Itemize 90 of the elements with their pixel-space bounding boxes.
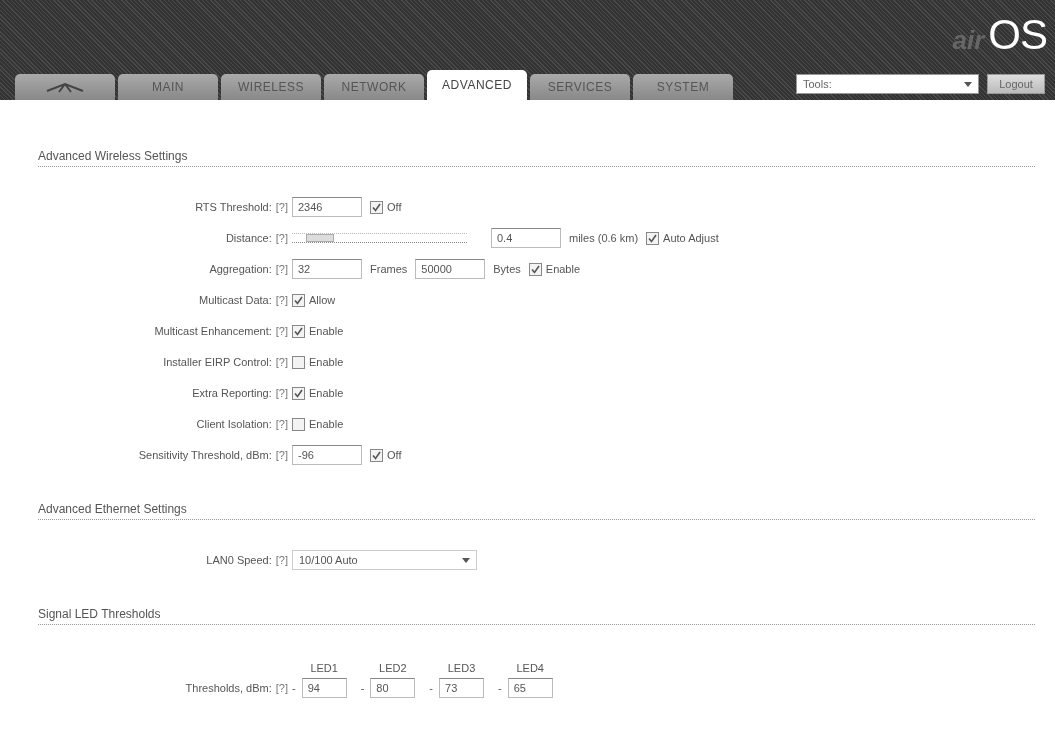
- check-icon: [648, 233, 658, 243]
- checkbox-label: Enable: [309, 325, 344, 337]
- input-field[interactable]: -96: [292, 445, 362, 465]
- check-icon: [530, 264, 540, 274]
- unit-label: Bytes: [493, 263, 521, 275]
- help-link[interactable]: [?]: [275, 387, 288, 399]
- checkbox-box[interactable]: [292, 417, 305, 431]
- input-field[interactable]: 73: [439, 678, 484, 698]
- tools-dropdown[interactable]: Tools:: [796, 74, 979, 94]
- input-field[interactable]: 65: [507, 678, 553, 698]
- input-field[interactable]: 2346: [292, 197, 362, 217]
- checkbox-box[interactable]: [292, 324, 305, 338]
- nav-tab[interactable]: [15, 74, 115, 100]
- checkbox-box[interactable]: [646, 231, 660, 245]
- input-field[interactable]: 94: [301, 678, 347, 698]
- checkbox-box[interactable]: [292, 386, 305, 400]
- check-icon: [294, 295, 303, 305]
- help-link[interactable]: [?]: [275, 418, 288, 430]
- field-label: Multicast Enhancement:: [154, 325, 272, 337]
- section-title: Advanced Ethernet Settings: [38, 502, 1035, 520]
- field-label: Multicast Data:: [199, 294, 272, 306]
- help-link[interactable]: [?]: [275, 294, 288, 306]
- checkbox[interactable]: Auto Adjust: [646, 231, 719, 245]
- help-link[interactable]: [?]: [275, 356, 288, 368]
- input-field[interactable]: 80: [370, 678, 416, 698]
- led-label: LED1: [309, 662, 339, 674]
- help-link[interactable]: [?]: [275, 682, 288, 694]
- checkbox-box[interactable]: [292, 355, 305, 369]
- unit-label: miles (0.6 km): [569, 232, 639, 244]
- help-link[interactable]: [?]: [275, 449, 288, 461]
- checkbox[interactable]: Enable: [292, 386, 344, 400]
- help-link[interactable]: [?]: [275, 554, 288, 566]
- nav-tab[interactable]: ADVANCED: [427, 70, 527, 100]
- check-icon: [372, 202, 381, 212]
- logo-text: OS: [988, 14, 1047, 56]
- section-title: Signal LED Thresholds: [38, 607, 1035, 625]
- field-label: Installer EIRP Control:: [163, 356, 272, 368]
- input-field[interactable]: 50000: [415, 259, 486, 279]
- checkbox[interactable]: Enable: [528, 262, 581, 276]
- led-label: LED2: [378, 662, 408, 674]
- caret-icon: [462, 557, 470, 563]
- checkbox[interactable]: Off: [370, 200, 402, 214]
- checkbox-label: Off: [387, 449, 402, 461]
- field-label: Sensitivity Threshold, dBm:: [138, 449, 272, 461]
- led-label: LED3: [446, 662, 477, 674]
- checkbox-label: Off: [387, 201, 402, 213]
- checkbox-label: Enable: [309, 418, 344, 430]
- minus-sign: -: [360, 682, 365, 694]
- input-field[interactable]: 0.4: [491, 228, 561, 248]
- field-label: Client Isolation:: [196, 418, 272, 430]
- help-link[interactable]: [?]: [275, 325, 288, 337]
- minus-sign: -: [292, 682, 296, 694]
- checkbox-label: Enable: [545, 263, 581, 275]
- checkbox-box[interactable]: [370, 448, 383, 462]
- check-icon: [294, 388, 303, 398]
- antenna-icon: [45, 81, 85, 93]
- minus-sign: -: [498, 682, 502, 694]
- caret-icon: [964, 81, 972, 87]
- checkbox-label: Enable: [309, 356, 344, 368]
- section-title: Advanced Wireless Settings: [38, 149, 1035, 167]
- check-icon: [372, 450, 381, 460]
- led-label: LED4: [515, 662, 545, 674]
- field-label: Extra Reporting:: [192, 387, 272, 399]
- help-link[interactable]: [?]: [275, 201, 288, 213]
- checkbox-label: Enable: [309, 387, 344, 399]
- checkbox[interactable]: Off: [370, 448, 402, 462]
- check-icon: [294, 326, 303, 336]
- checkbox-box[interactable]: [528, 262, 542, 276]
- unit-label: Frames: [370, 263, 408, 275]
- checkbox[interactable]: Enable: [292, 417, 344, 431]
- checkbox-label: Allow: [309, 294, 336, 306]
- checkbox[interactable]: Enable: [292, 355, 344, 369]
- speed-dropdown[interactable]: 10/100 Auto: [292, 550, 477, 570]
- distance-slider[interactable]: [292, 233, 467, 243]
- input-field[interactable]: 32: [292, 259, 362, 279]
- field-label: Thresholds, dBm:: [185, 682, 272, 694]
- minus-sign: -: [429, 682, 433, 694]
- field-label: Aggregation:: [209, 263, 272, 275]
- field-label: LAN0 Speed:: [206, 554, 272, 566]
- checkbox-label: Auto Adjust: [663, 232, 719, 244]
- checkbox[interactable]: Allow: [292, 293, 336, 307]
- checkbox-box[interactable]: [370, 200, 383, 214]
- field-label: RTS Threshold:: [195, 201, 272, 213]
- checkbox[interactable]: Enable: [292, 324, 344, 338]
- help-link[interactable]: [?]: [275, 232, 288, 244]
- slider-thumb[interactable]: [306, 234, 334, 242]
- logout-button[interactable]: Logout: [987, 74, 1045, 94]
- help-link[interactable]: [?]: [275, 263, 288, 275]
- checkbox-box[interactable]: [292, 293, 305, 307]
- field-label: Distance:: [225, 232, 272, 244]
